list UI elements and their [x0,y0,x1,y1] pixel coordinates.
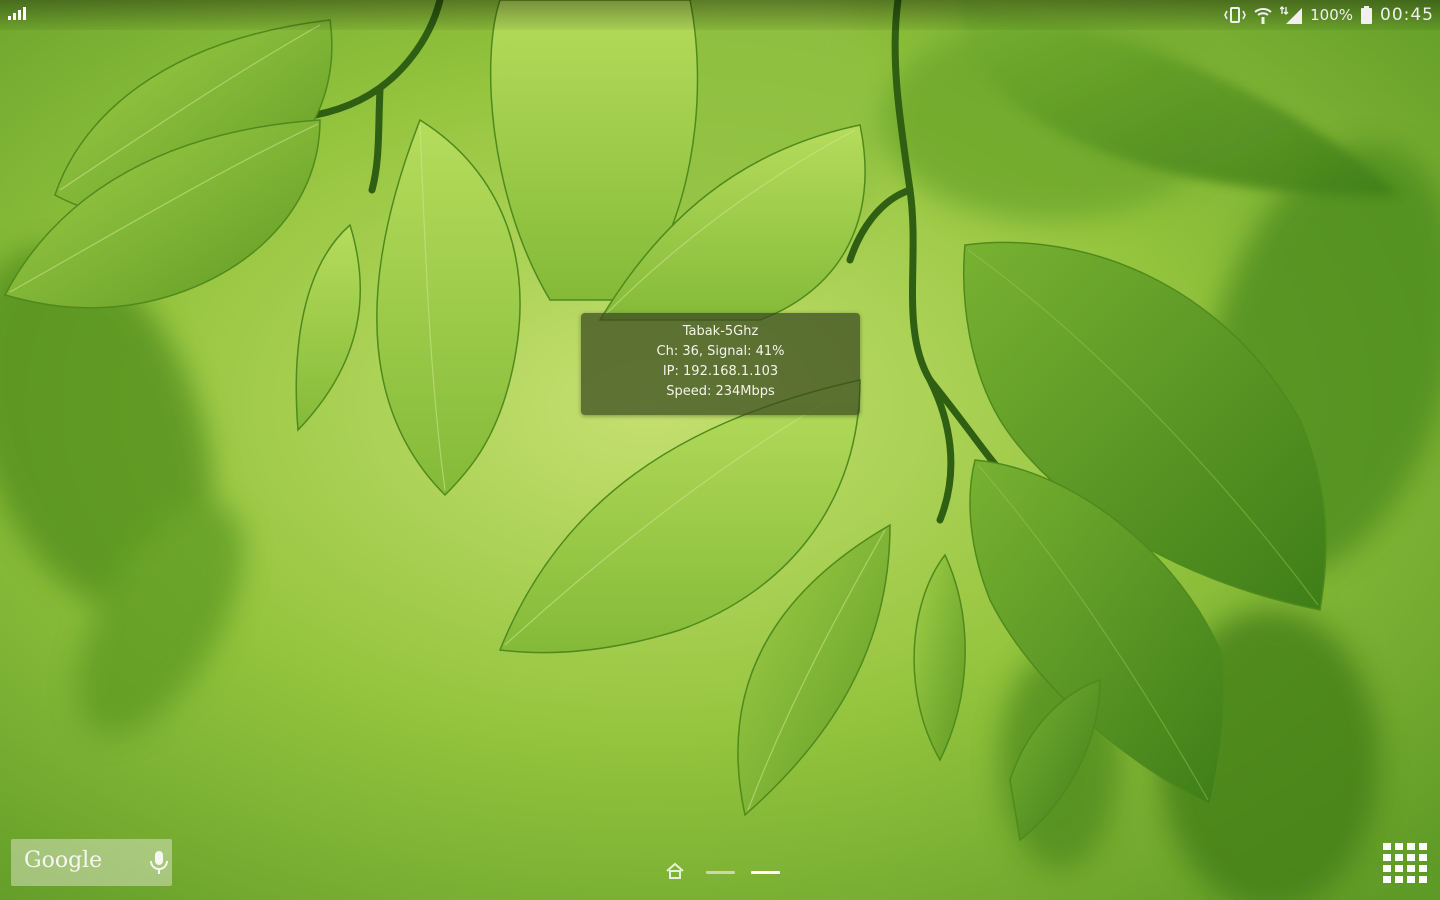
mic-icon[interactable] [147,850,171,880]
google-search-bar[interactable]: Google [11,839,172,886]
signal-icon [8,5,30,24]
apps-button[interactable] [1383,843,1427,885]
home-page-icon[interactable] [665,862,685,884]
battery-icon [1361,6,1372,24]
page-indicators [665,862,785,882]
vibrate-icon [1224,7,1247,23]
wifi-ssid: Tabak-5Ghz [682,324,759,339]
wifi-icon [1254,6,1272,24]
wifi-channel-signal: Ch: 36, Signal: 41% [656,344,785,359]
page-indicator-2-active[interactable] [751,871,780,874]
wallpaper [0,0,1440,900]
page-indicator-1[interactable] [706,871,735,874]
mobile-data-icon [1280,6,1303,24]
wifi-info-widget[interactable]: Tabak-5Ghz Ch: 36, Signal: 41% IP: 192.1… [581,313,860,415]
battery-percentage: 100% [1310,6,1353,24]
wifi-ip-address: IP: 192.168.1.103 [662,364,779,379]
google-logo: Google [24,848,103,873]
status-bar: 100% 00:45 [0,0,1440,30]
status-bar-right: 100% 00:45 [1224,2,1434,28]
status-clock: 00:45 [1380,5,1434,25]
apps-grid-icon [1383,843,1427,883]
wifi-link-speed: Speed: 234Mbps [666,384,775,399]
status-bar-left [8,6,30,24]
